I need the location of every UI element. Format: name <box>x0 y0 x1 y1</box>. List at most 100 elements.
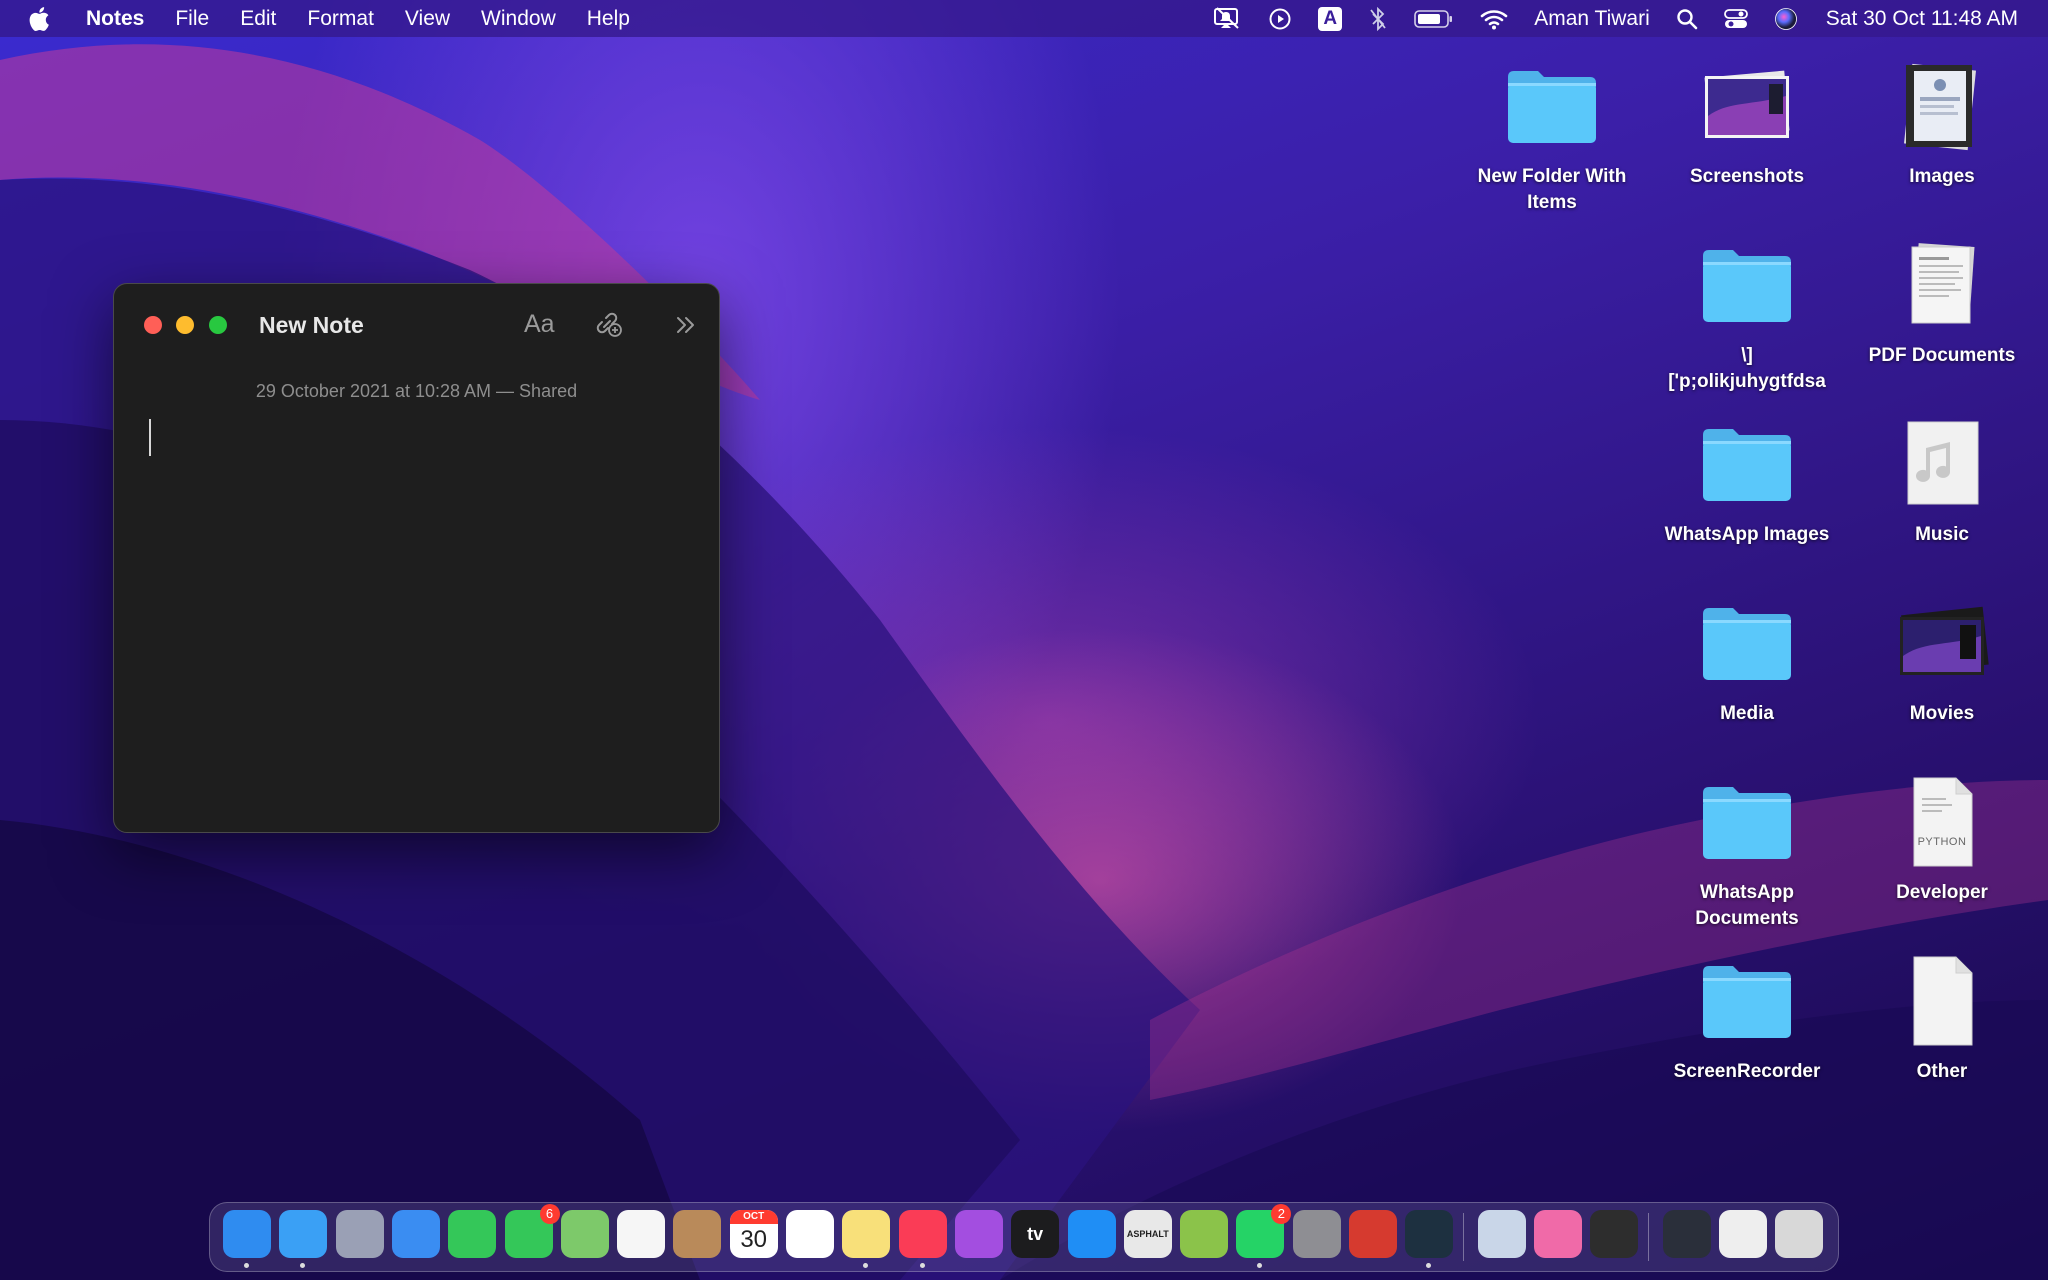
spotlight-search-icon[interactable] <box>1676 8 1698 30</box>
folder-icon <box>1699 237 1795 333</box>
app-store-icon[interactable] <box>1067 1210 1116 1258</box>
desktop-item-movies[interactable]: Movies <box>1847 595 2037 727</box>
desktop-item-label: WhatsApp Documents <box>1695 882 1799 929</box>
remote-desktop-icon[interactable] <box>1349 1210 1397 1258</box>
menu-edit[interactable]: Edit <box>240 7 276 31</box>
whatsapp-icon[interactable]: 2 <box>1236 1204 1292 1258</box>
contacts-icon[interactable] <box>673 1210 722 1258</box>
movie-stack-icon <box>1894 595 1990 691</box>
system-preferences-icon[interactable] <box>1292 1210 1341 1258</box>
asphalt-icon[interactable]: ASPHALT <box>1123 1210 1172 1258</box>
dock-separator <box>1647 1213 1649 1261</box>
input-source-icon[interactable]: A <box>1318 6 1343 31</box>
folder-icon <box>1699 774 1795 870</box>
music-icon[interactable] <box>898 1210 947 1258</box>
quicktime-icon[interactable] <box>1590 1210 1639 1258</box>
menu-format[interactable]: Format <box>307 7 374 31</box>
running-indicator <box>1257 1263 1263 1268</box>
note-date-line: 29 October 2021 at 10:28 AM — Shared <box>255 381 578 401</box>
maps-icon[interactable] <box>560 1210 609 1258</box>
downloads-stack-icon[interactable] <box>1662 1210 1711 1258</box>
running-indicator <box>300 1263 306 1268</box>
python-file-tag: PYTHON <box>1917 836 1967 848</box>
menu-file[interactable]: File <box>175 7 209 31</box>
android-studio-icon[interactable] <box>1180 1210 1229 1258</box>
desktop-item-images[interactable]: Images <box>1847 58 2037 190</box>
mail-icon[interactable] <box>391 1210 440 1258</box>
desktop-item-label: Music <box>1915 524 1969 545</box>
user-name[interactable]: Aman Tiwari <box>1534 7 1650 31</box>
bluetooth-off-icon[interactable] <box>1368 6 1388 31</box>
desktop-item-label: Media <box>1720 703 1774 724</box>
collaborate-button[interactable] <box>592 310 624 343</box>
dock-separator <box>1462 1213 1464 1261</box>
window-titlebar[interactable]: New Note Aa <box>114 284 719 364</box>
notifications-off-icon[interactable] <box>1212 6 1242 32</box>
desktop-item-screenshots[interactable]: Screenshots <box>1652 58 1842 190</box>
launchpad-icon[interactable] <box>335 1210 384 1258</box>
blank-file-icon <box>1894 953 1990 1049</box>
messages-icon[interactable]: 6 <box>504 1204 560 1258</box>
desktop-item-label: WhatsApp Images <box>1664 524 1830 545</box>
desktop-item-label: Movies <box>1909 703 1975 724</box>
desktop-item-media[interactable]: Media <box>1652 595 1842 727</box>
cleanmymac-icon[interactable] <box>1533 1210 1582 1258</box>
dock-app-label: tv <box>1027 1224 1044 1244</box>
note-body-editor[interactable] <box>134 414 699 814</box>
running-indicator <box>863 1263 869 1268</box>
menu-bar: Notes File Edit Format View Window Help … <box>0 0 2048 37</box>
safari-icon[interactable] <box>279 1210 328 1258</box>
trash-icon[interactable] <box>1775 1210 1824 1258</box>
apple-menu-icon[interactable] <box>28 6 58 32</box>
desktop-item-folder-misc[interactable]: \] ['p;olikjuhygtfdsa <box>1652 237 1842 395</box>
podcasts-icon[interactable] <box>954 1210 1003 1258</box>
notes-window: New Note Aa 29 October 2021 at 10:28 AM … <box>113 283 720 833</box>
desktop-item-label: \] ['p;olikjuhygtfdsa <box>1668 345 1826 392</box>
folder-icon <box>1504 58 1600 154</box>
desktop-item-label: New Folder With Items <box>1477 166 1627 213</box>
battery-icon[interactable] <box>1414 9 1454 29</box>
apple-tv-icon[interactable]: tv <box>1011 1210 1060 1258</box>
image-stack-icon <box>1894 58 1990 154</box>
desktop-item-developer[interactable]: PYTHON Developer <box>1847 774 2037 906</box>
notes-icon[interactable] <box>842 1210 891 1258</box>
menu-view[interactable]: View <box>405 7 450 31</box>
siri-icon[interactable] <box>1774 7 1798 31</box>
menu-window[interactable]: Window <box>481 7 556 31</box>
close-button[interactable] <box>144 316 162 334</box>
desktop-item-label: ScreenRecorder <box>1673 1061 1821 1082</box>
control-center-icon[interactable] <box>1723 8 1748 30</box>
preview-icon[interactable] <box>1477 1210 1526 1258</box>
music-file-icon <box>1894 416 1990 512</box>
desktop-item-other[interactable]: Other <box>1847 953 2037 1085</box>
desktop-item-screenrecorder[interactable]: ScreenRecorder <box>1652 953 1842 1085</box>
documents-stack-icon[interactable] <box>1718 1210 1767 1258</box>
facetime-icon[interactable] <box>448 1210 497 1258</box>
clock[interactable]: Sat 30 Oct 11:48 AM <box>1826 7 2018 31</box>
calendar-icon[interactable]: OCT 30 <box>729 1210 778 1258</box>
reminders-icon[interactable] <box>786 1210 834 1258</box>
filmora-icon[interactable] <box>1405 1210 1454 1258</box>
desktop-item-pdf-documents[interactable]: PDF Documents <box>1847 237 2037 369</box>
more-toolbar-button[interactable] <box>674 314 698 341</box>
play-circle-icon[interactable] <box>1268 7 1292 31</box>
menu-help[interactable]: Help <box>587 7 630 31</box>
desktop-item-whatsapp-images[interactable]: WhatsApp Images <box>1652 416 1842 548</box>
note-title: New Note <box>259 312 364 338</box>
folder-icon <box>1699 416 1795 512</box>
desktop-item-new-folder-with-items[interactable]: New Folder With Items <box>1457 58 1647 216</box>
finder-icon[interactable] <box>223 1210 271 1258</box>
photos-icon[interactable] <box>617 1210 666 1258</box>
running-indicator <box>1426 1263 1432 1268</box>
wifi-icon[interactable] <box>1480 8 1508 30</box>
screenshot-stack-icon <box>1699 58 1795 154</box>
format-text-button[interactable]: Aa <box>524 310 555 339</box>
desktop-item-whatsapp-documents[interactable]: WhatsApp Documents <box>1652 774 1842 932</box>
menu-app-name[interactable]: Notes <box>86 7 144 31</box>
desktop-item-music[interactable]: Music <box>1847 416 2037 548</box>
minimize-button[interactable] <box>176 316 194 334</box>
calendar-month: OCT <box>729 1210 778 1224</box>
notification-badge: 6 <box>539 1204 560 1224</box>
desktop-item-label: Developer <box>1896 882 1988 903</box>
zoom-button[interactable] <box>209 316 227 334</box>
